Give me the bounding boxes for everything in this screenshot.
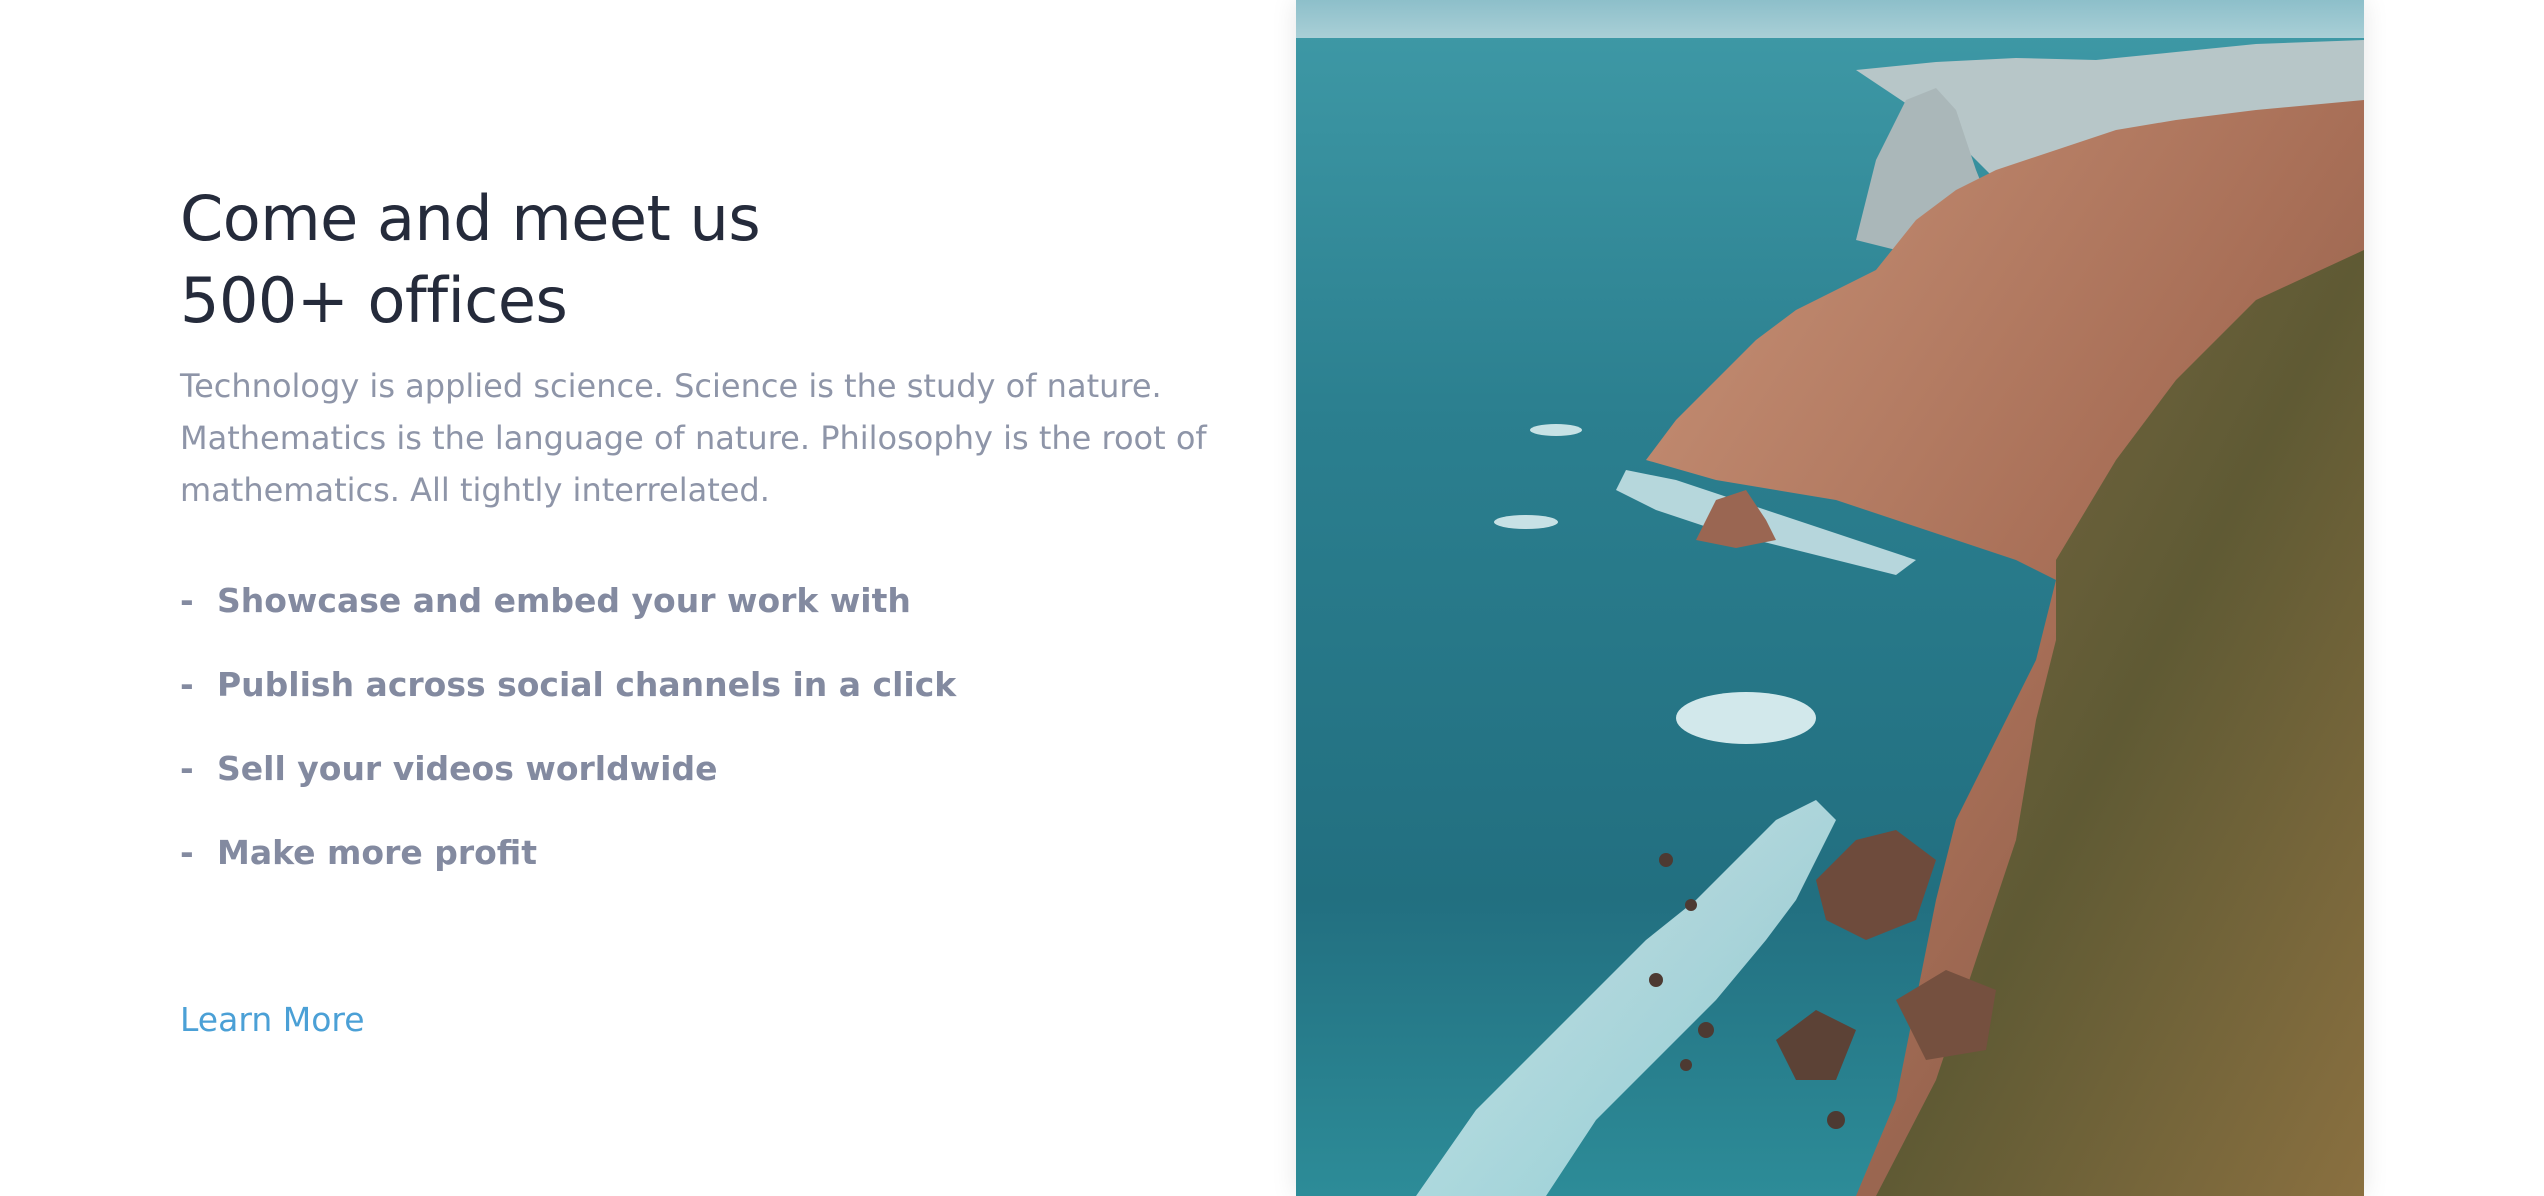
feature-item: - Showcase and embed your work with — [180, 558, 1240, 642]
bullet-dash: - — [180, 580, 194, 620]
bullet-dash: - — [180, 748, 194, 788]
coastline-illustration — [1296, 0, 2364, 1196]
bullet-dash: - — [180, 664, 194, 704]
feature-label: Sell your videos worldwide — [217, 748, 718, 788]
feature-label: Showcase and embed your work with — [217, 580, 911, 620]
feature-list: - Showcase and embed your work with - Pu… — [180, 558, 1240, 894]
section-description: Technology is applied science. Science i… — [180, 367, 1207, 509]
title-line-2: 500+ offices — [180, 264, 568, 337]
feature-item: - Make more profit — [180, 810, 1240, 894]
feature-item: - Sell your videos worldwide — [180, 726, 1240, 810]
section-title: Come and meet us 500+ offices — [180, 178, 1240, 342]
content-column: Come and meet us 500+ offices Technology… — [180, 178, 1240, 1039]
learn-more-link[interactable]: Learn More — [180, 1000, 365, 1039]
bullet-dash: - — [180, 832, 194, 872]
title-line-1: Come and meet us — [180, 182, 761, 255]
feature-label: Publish across social channels in a clic… — [217, 664, 957, 704]
coastline-photo — [1296, 0, 2364, 1196]
feature-item: - Publish across social channels in a cl… — [180, 642, 1240, 726]
feature-label: Make more profit — [217, 832, 538, 872]
page: Come and meet us 500+ offices Technology… — [0, 0, 2544, 1196]
